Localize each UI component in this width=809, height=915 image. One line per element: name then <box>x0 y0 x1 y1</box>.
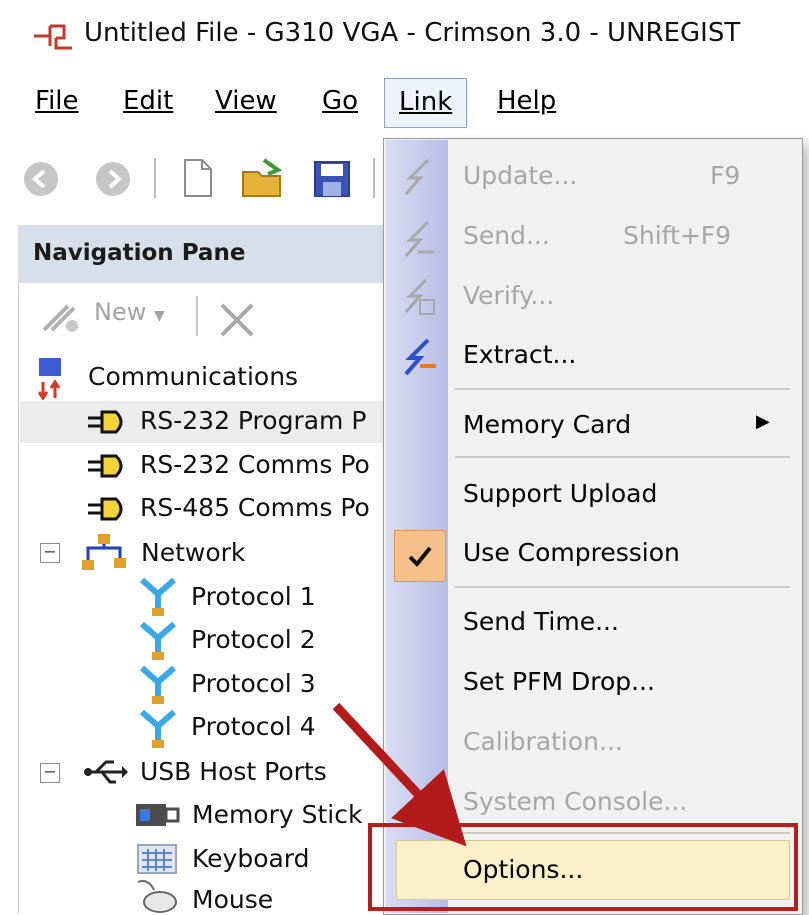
tree-item-rs232-program[interactable]: RS-232 Program P <box>140 406 366 435</box>
link-menu-use-compression[interactable]: Use Compression <box>463 538 680 567</box>
app-logo-icon <box>34 24 72 50</box>
send-icon <box>404 220 434 257</box>
tree-item-protocol-4[interactable]: Protocol 4 <box>191 712 316 741</box>
link-menu-send-time[interactable]: Send Time... <box>463 607 619 636</box>
collapse-usb-icon[interactable]: − <box>40 763 60 783</box>
tree-item-protocol-2[interactable]: Protocol 2 <box>191 625 316 654</box>
link-menu-support-upload[interactable]: Support Upload <box>463 479 657 508</box>
mouse-icon <box>137 880 177 913</box>
back-button[interactable] <box>24 162 58 196</box>
menu-help[interactable]: Help <box>497 86 556 116</box>
tree-item-communications[interactable]: Communications <box>88 362 298 391</box>
menu-go[interactable]: Go <box>322 86 358 116</box>
update-icon <box>404 158 430 195</box>
chevron-down-icon: ▼ <box>154 308 165 324</box>
usb-icon <box>84 760 128 784</box>
menu-separator <box>455 586 790 588</box>
nav-tools-separator <box>196 296 198 336</box>
protocol-icon <box>140 577 176 616</box>
protocol-icon <box>140 709 176 748</box>
checkmark-icon <box>408 546 432 567</box>
back-arrow-icon <box>31 169 46 189</box>
menu-file[interactable]: File <box>35 86 79 116</box>
window-title: Untitled File - G310 VGA - Crimson 3.0 -… <box>84 18 741 48</box>
link-menu-calibration[interactable]: Calibration... <box>463 727 623 756</box>
send-shortcut: Shift+F9 <box>623 221 732 250</box>
menu-link[interactable]: Link <box>384 78 468 128</box>
link-menu-set-pfm-drop[interactable]: Set PFM Drop... <box>463 667 655 696</box>
communications-icon <box>37 358 61 400</box>
tree-item-rs232-comms[interactable]: RS-232 Comms Po <box>140 450 370 479</box>
new-item-icon <box>42 304 78 332</box>
verify-icon <box>404 278 435 315</box>
save-icon[interactable] <box>313 160 351 198</box>
open-folder-icon[interactable] <box>240 156 288 200</box>
delete-icon[interactable] <box>216 299 258 339</box>
forward-button[interactable] <box>96 162 130 196</box>
menu-separator <box>455 456 790 458</box>
tree-item-protocol-3[interactable]: Protocol 3 <box>191 669 316 698</box>
collapse-network-icon[interactable]: − <box>40 543 60 563</box>
serial-port-icon <box>88 497 123 521</box>
compression-check-box <box>394 530 446 582</box>
tree-item-keyboard[interactable]: Keyboard <box>192 844 310 873</box>
link-menu-update[interactable]: Update... <box>463 161 577 190</box>
tree-item-protocol-1[interactable]: Protocol 1 <box>191 582 316 611</box>
tree-item-rs485-comms[interactable]: RS-485 Comms Po <box>140 493 370 522</box>
network-icon <box>82 534 126 570</box>
new-button[interactable]: New ▼ <box>94 298 165 326</box>
link-menu-memory-card[interactable]: Memory Card <box>463 410 631 439</box>
menu-edit[interactable]: Edit <box>123 86 173 116</box>
forward-arrow-icon <box>108 169 123 189</box>
link-menu-send[interactable]: Send... <box>463 221 550 250</box>
menu-separator <box>455 388 790 390</box>
red-arrow-icon <box>332 702 467 847</box>
link-menu-verify[interactable]: Verify... <box>463 281 554 310</box>
tree-item-usb-host-ports[interactable]: USB Host Ports <box>140 757 327 786</box>
serial-port-icon <box>88 410 123 434</box>
navigation-pane-title: Navigation Pane <box>33 240 246 266</box>
new-file-icon[interactable] <box>182 158 214 198</box>
protocol-icon <box>140 621 176 660</box>
keyboard-icon <box>137 844 177 874</box>
extract-icon <box>404 338 436 376</box>
submenu-arrow-icon: ▶ <box>756 411 770 432</box>
menu-view[interactable]: View <box>215 86 277 116</box>
link-menu-extract[interactable]: Extract... <box>463 340 576 369</box>
update-shortcut: F9 <box>710 161 741 190</box>
toolbar-separator <box>373 158 375 198</box>
tree-item-network[interactable]: Network <box>141 538 245 567</box>
link-menu-system-console[interactable]: System Console... <box>463 787 687 816</box>
toolbar-separator <box>154 158 156 198</box>
memory-stick-icon <box>136 804 180 826</box>
tree-item-mouse[interactable]: Mouse <box>192 885 273 914</box>
serial-port-icon <box>88 454 123 478</box>
protocol-icon <box>140 665 176 704</box>
